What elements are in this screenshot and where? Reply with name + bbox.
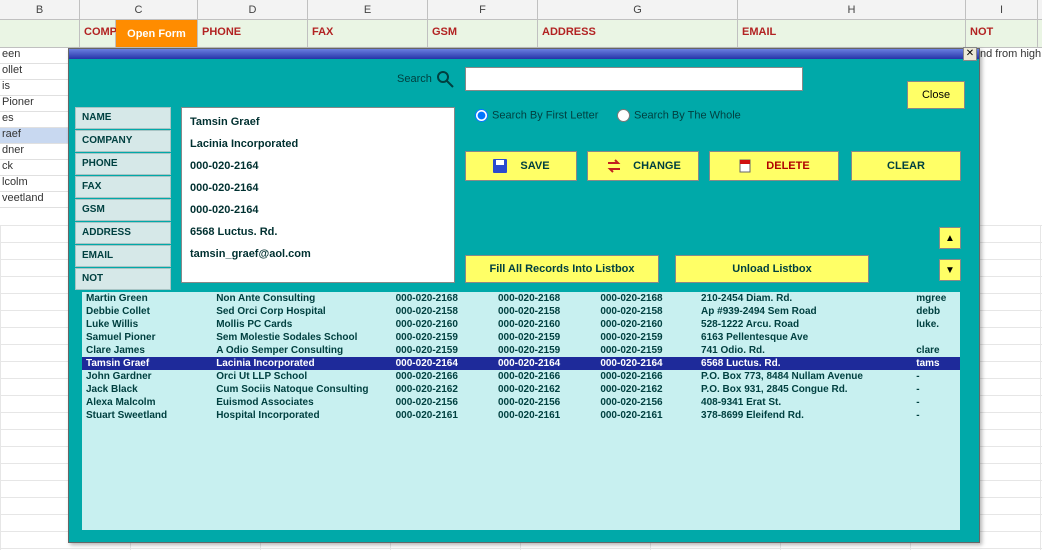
value-fax[interactable]: 000-020-2164 xyxy=(190,178,446,200)
listbox-row[interactable]: Luke WillisMollis PC Cards000-020-216000… xyxy=(82,318,960,331)
spin-up-button[interactable]: ▲ xyxy=(939,227,961,249)
value-phone[interactable]: 000-020-2164 xyxy=(190,156,446,178)
col-header-F[interactable]: F xyxy=(428,0,538,19)
excel-header-labels: COMPANYOpen FormPHONEFAXGSMADDRESSEMAILN… xyxy=(0,20,1042,48)
excel-row-name[interactable]: ollet xyxy=(0,64,70,80)
col-header-I[interactable]: I xyxy=(966,0,1038,19)
listbox-row[interactable]: Tamsin GraefLacinia Incorporated000-020-… xyxy=(82,357,960,370)
hdr-e: FAX xyxy=(308,20,428,47)
col-header-E[interactable]: E xyxy=(308,0,428,19)
listbox-row[interactable]: Samuel PionerSem Molestie Sodales School… xyxy=(82,331,960,344)
label-name: NAME xyxy=(75,107,171,129)
col-header-G[interactable]: G xyxy=(538,0,738,19)
field-label-column: NAME COMPANY PHONE FAX GSM ADDRESS EMAIL… xyxy=(75,107,171,291)
col-header-B[interactable]: B xyxy=(0,0,80,19)
excel-right-snippet: nd from high xyxy=(978,48,1042,64)
listbox-row[interactable]: Stuart SweetlandHospital Incorporated000… xyxy=(82,409,960,422)
hdr-b xyxy=(0,20,80,47)
excel-row-name[interactable]: lcolm xyxy=(0,176,70,192)
value-address[interactable]: 6568 Luctus. Rd. xyxy=(190,222,446,244)
fill-listbox-button[interactable]: Fill All Records Into Listbox xyxy=(465,255,659,283)
hdr-f: GSM xyxy=(428,20,538,47)
save-button[interactable]: SAVE xyxy=(465,151,577,181)
label-email: EMAIL xyxy=(75,245,171,267)
excel-row-name[interactable]: raef xyxy=(0,128,70,144)
close-button[interactable]: Close xyxy=(907,81,965,109)
listbox-row[interactable]: Clare JamesA Odio Semper Consulting000-0… xyxy=(82,344,960,357)
label-address: ADDRESS xyxy=(75,222,171,244)
value-company[interactable]: Lacinia Incorporated xyxy=(190,134,446,156)
delete-icon xyxy=(738,158,756,174)
change-button[interactable]: CHANGE xyxy=(587,151,699,181)
listbox-row[interactable]: Martin GreenNon Ante Consulting000-020-2… xyxy=(82,292,960,305)
change-icon xyxy=(605,158,623,174)
radio-search-whole[interactable]: Search By The Whole xyxy=(617,109,741,122)
listbox-row[interactable]: John GardnerOrci Ut LLP School000-020-21… xyxy=(82,370,960,383)
listbox-row[interactable]: Alexa MalcolmEuismod Associates000-020-2… xyxy=(82,396,960,409)
excel-row-name[interactable]: een xyxy=(0,48,70,64)
search-input[interactable] xyxy=(465,67,803,91)
search-icon xyxy=(435,69,455,89)
save-icon xyxy=(492,158,510,174)
hdr-i: NOT xyxy=(966,20,1038,47)
open-form-button[interactable]: Open Form xyxy=(116,20,198,47)
label-fax: FAX xyxy=(75,176,171,198)
excel-row-name[interactable]: veetland xyxy=(0,192,70,208)
col-header-C[interactable]: C xyxy=(80,0,198,19)
radio-search-first-letter[interactable]: Search By First Letter xyxy=(475,109,598,122)
delete-button[interactable]: DELETE xyxy=(709,151,839,181)
spin-down-button[interactable]: ▼ xyxy=(939,259,961,281)
listbox-row[interactable]: Jack BlackCum Sociis Natoque Consulting0… xyxy=(82,383,960,396)
search-label: Search xyxy=(397,73,432,85)
userform-titlebar: ✕ xyxy=(69,49,979,59)
col-header-H[interactable]: H xyxy=(738,0,966,19)
listbox-row[interactable]: Debbie ColletSed Orci Corp Hospital000-0… xyxy=(82,305,960,318)
hdr-g: ADDRESS xyxy=(538,20,738,47)
excel-column-headers: BCDEFGHI xyxy=(0,0,1042,20)
userform-window: ✕ Search Close Search By First Letter Se… xyxy=(68,48,980,543)
label-not: NOT xyxy=(75,268,171,290)
field-value-panel: Tamsin Graef Lacinia Incorporated 000-02… xyxy=(181,107,455,283)
excel-row-name[interactable]: is xyxy=(0,80,70,96)
label-company: COMPANY xyxy=(75,130,171,152)
excel-row-name[interactable]: ck xyxy=(0,160,70,176)
value-gsm[interactable]: 000-020-2164 xyxy=(190,200,446,222)
value-name[interactable]: Tamsin Graef xyxy=(190,112,446,134)
excel-row-name[interactable]: Pioner xyxy=(0,96,70,112)
unload-listbox-button[interactable]: Unload Listbox xyxy=(675,255,869,283)
hdr-h: EMAIL xyxy=(738,20,966,47)
records-listbox[interactable]: Martin GreenNon Ante Consulting000-020-2… xyxy=(81,291,961,531)
label-phone: PHONE xyxy=(75,153,171,175)
col-header-D[interactable]: D xyxy=(198,0,308,19)
value-email[interactable]: tamsin_graef@aol.com xyxy=(190,244,446,266)
hdr-d: PHONE xyxy=(198,20,308,47)
label-gsm: GSM xyxy=(75,199,171,221)
hdr-company: COMPANY xyxy=(80,20,116,47)
clear-button[interactable]: CLEAR xyxy=(851,151,961,181)
excel-row-name[interactable]: es xyxy=(0,112,70,128)
excel-row-name[interactable]: dner xyxy=(0,144,70,160)
excel-left-names: eenolletisPioneresraefdnercklcolmveetlan… xyxy=(0,48,70,208)
